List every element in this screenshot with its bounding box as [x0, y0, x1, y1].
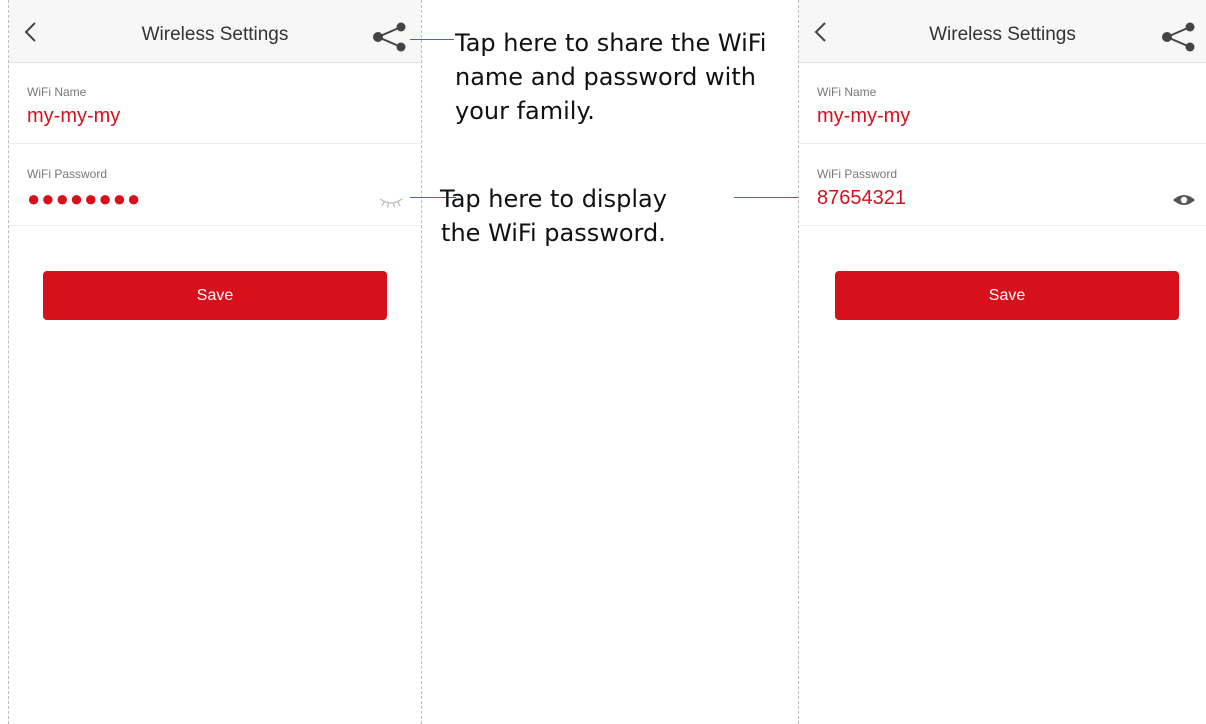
nav-bar: Wireless Settings	[9, 0, 421, 63]
share-callout-leader-line	[410, 39, 454, 40]
share-icon[interactable]	[1160, 22, 1200, 52]
phone-screen-password-hidden: Wireless Settings WiFi Name my-my-my WiF…	[8, 0, 422, 724]
wifi-password-field[interactable]: WiFi Password 87654321	[799, 145, 1206, 226]
eye-closed-icon[interactable]	[377, 195, 405, 209]
nav-bar: Wireless Settings	[799, 0, 1206, 63]
password-callout-text: Tap here to display the WiFi password.	[440, 185, 667, 247]
share-callout-text: Tap here to share the WiFi name and pass…	[455, 29, 767, 125]
wifi-password-label: WiFi Password	[27, 167, 108, 181]
wifi-password-masked-value[interactable]: ●●●●●●●●	[27, 186, 141, 212]
wifi-name-value[interactable]: my-my-my	[817, 105, 910, 128]
wifi-name-field[interactable]: WiFi Name my-my-my	[9, 63, 421, 144]
phone-screen-password-shown: Wireless Settings WiFi Name my-my-my WiF…	[798, 0, 1206, 724]
chevron-left-icon[interactable]	[21, 20, 41, 44]
wifi-name-label: WiFi Name	[27, 85, 87, 99]
eye-icon[interactable]	[1172, 192, 1196, 208]
wifi-password-field[interactable]: WiFi Password ●●●●●●●●	[9, 145, 421, 226]
page-title: Wireless Settings	[141, 24, 289, 45]
wifi-name-label: WiFi Name	[817, 85, 877, 99]
save-button[interactable]: Save	[835, 271, 1179, 320]
page-title: Wireless Settings	[929, 24, 1076, 45]
wifi-password-value[interactable]: 87654321	[817, 187, 906, 210]
chevron-left-icon[interactable]	[811, 20, 831, 44]
wifi-name-field[interactable]: WiFi Name my-my-my	[799, 63, 1206, 144]
wifi-password-label: WiFi Password	[817, 167, 898, 181]
share-icon[interactable]	[371, 22, 411, 52]
save-button[interactable]: Save	[43, 271, 387, 320]
wifi-name-value[interactable]: my-my-my	[27, 105, 120, 128]
